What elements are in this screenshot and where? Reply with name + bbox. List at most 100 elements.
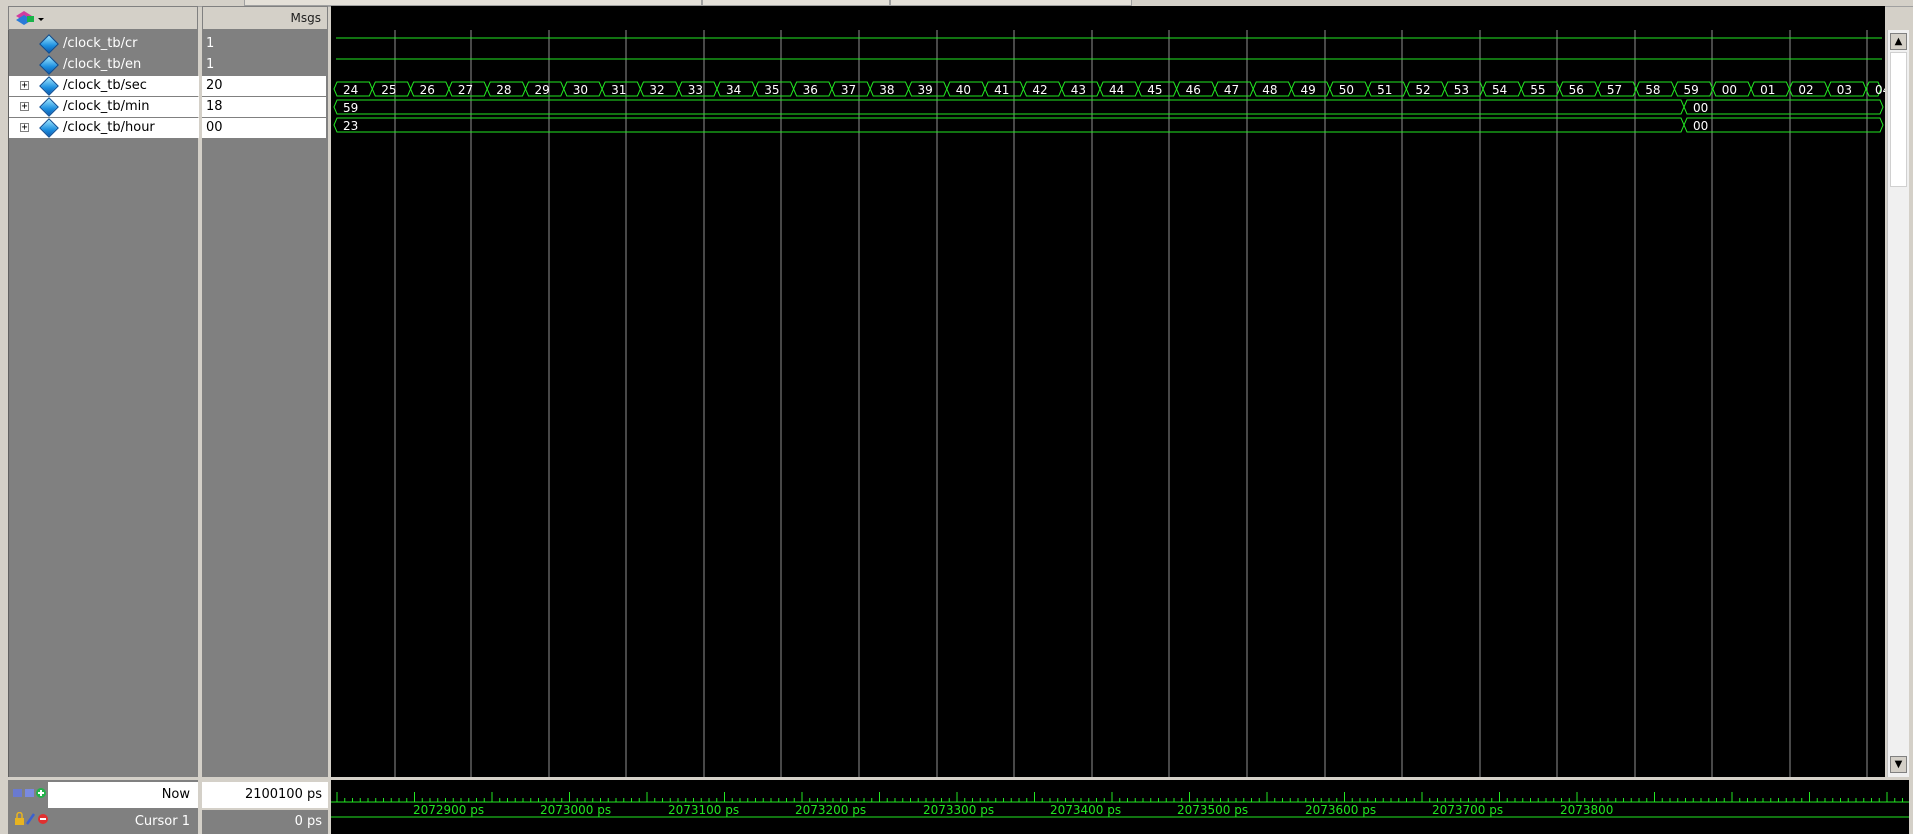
bus-value-label: 50 <box>1339 83 1354 97</box>
bus-value-label: 26 <box>420 83 435 97</box>
bus-value-label: 51 <box>1377 83 1392 97</box>
signal-value: 18 <box>206 99 223 114</box>
ruler-label: 2073500 ps <box>1177 803 1248 817</box>
bus-value-label: 00 <box>1693 119 1708 133</box>
bus-value-label: 40 <box>956 83 971 97</box>
lock-cursor-icon[interactable] <box>14 811 50 826</box>
cursor-value: 0 ps <box>294 814 322 829</box>
bus-value-label: 43 <box>1071 83 1086 97</box>
bus-value-label: 47 <box>1224 83 1239 97</box>
ruler-label: 2073300 ps <box>923 803 994 817</box>
values-header-label: Msgs <box>290 11 321 25</box>
signal-value: 20 <box>206 78 223 93</box>
bus-value-label: 34 <box>726 83 741 97</box>
wave-sec: 24 25 26 27 28 29 30 31 32 33 34 35 36 37 38 39 40 41 42 43… <box>333 81 1885 97</box>
bus-value-label: 36 <box>803 83 818 97</box>
bus-value-label: 57 <box>1607 83 1622 97</box>
cursor-label: Cursor 1 <box>134 814 190 829</box>
bus-value-label: 41 <box>994 83 1009 97</box>
signal-value-min: 18 <box>202 97 326 117</box>
wave-tool-icon[interactable] <box>15 10 45 27</box>
signal-row-en[interactable]: /clock_tb/en <box>9 55 199 75</box>
now-value-cell: 2100100 ps <box>202 782 328 808</box>
signal-value-cr: 1 <box>202 34 326 54</box>
ruler-label: 2072900 ps <box>413 803 484 817</box>
signal-name: /clock_tb/hour <box>63 120 155 135</box>
bus-value-label: 29 <box>535 83 550 97</box>
bus-value-label: 53 <box>1454 83 1469 97</box>
bus-value-label: 24 <box>343 83 358 97</box>
bus-value-label: 03 <box>1837 83 1852 97</box>
timeline-ruler[interactable]: 2072900 ps 2073000 ps 2073100 ps 2073200 ps… <box>331 780 1909 834</box>
signal-value-hour: 00 <box>202 118 326 138</box>
ruler-label: 2073100 ps <box>668 803 739 817</box>
bus-value-label: 25 <box>381 83 396 97</box>
bus-value-label: 54 <box>1492 83 1507 97</box>
ruler-label: 2073600 ps <box>1305 803 1376 817</box>
bus-value-label: 56 <box>1569 83 1584 97</box>
bus-segment <box>1683 99 1884 115</box>
signal-diamond-icon <box>39 97 59 117</box>
ruler-label: 2073800 <box>1560 803 1613 817</box>
signal-names-pane: /clock_tb/cr /clock_tb/en + /clock_tb/se… <box>8 30 199 777</box>
signal-value-en: 1 <box>202 55 326 75</box>
scroll-thumb[interactable] <box>1890 52 1907 187</box>
bus-value-label: 35 <box>764 83 779 97</box>
bus-value-label: 52 <box>1415 83 1430 97</box>
bus-value-label: 48 <box>1262 83 1277 97</box>
add-cursor-icon[interactable] <box>12 786 48 800</box>
bus-value-label: 49 <box>1301 83 1316 97</box>
bus-segment <box>1683 117 1884 133</box>
bus-value-label: 02 <box>1798 83 1813 97</box>
vertical-scrollbar[interactable]: ▲ ▼ <box>1887 30 1909 777</box>
cursor-label-cell[interactable]: Cursor 1 <box>48 810 198 834</box>
bus-value-label: 59 <box>1684 83 1699 97</box>
signal-name: /clock_tb/sec <box>63 78 147 93</box>
ruler-label: 2073400 ps <box>1050 803 1121 817</box>
footer-toolbar-top <box>12 786 48 800</box>
bus-value-label: 37 <box>841 83 856 97</box>
signal-row-hour[interactable]: + /clock_tb/hour <box>9 118 199 138</box>
scroll-down-icon[interactable]: ▼ <box>1890 756 1907 773</box>
bus-value-label: 39 <box>918 83 933 97</box>
signal-diamond-icon <box>39 76 59 96</box>
expand-icon[interactable]: + <box>20 102 29 112</box>
bus-value-label: 44 <box>1109 83 1124 97</box>
signal-name: /clock_tb/cr <box>63 36 138 51</box>
now-label-cell: Now <box>48 782 198 808</box>
bus-segment <box>333 99 1685 115</box>
bus-value-label: 00 <box>1693 101 1708 115</box>
expand-icon[interactable]: + <box>20 123 29 133</box>
signal-row-cr[interactable]: /clock_tb/cr <box>9 34 199 54</box>
signal-values-pane: 1 1 20 18 00 <box>202 30 328 777</box>
ruler-label: 2073700 ps <box>1432 803 1503 817</box>
bus-value-label: 00 <box>1722 83 1737 97</box>
now-label: Now <box>161 787 190 802</box>
bus-value-label: 42 <box>1032 83 1047 97</box>
footer-toolbar-bottom <box>14 811 50 826</box>
signal-diamond-icon <box>39 118 59 138</box>
signal-row-sec[interactable]: + /clock_tb/sec <box>9 76 199 96</box>
cursor-value-cell[interactable]: 0 ps <box>202 810 328 834</box>
bus-value-label: 30 <box>573 83 588 97</box>
bus-value-label: 27 <box>458 83 473 97</box>
bus-value-label: 45 <box>1147 83 1162 97</box>
bus-value-label: 04 <box>1875 83 1885 97</box>
scroll-up-icon[interactable]: ▲ <box>1890 33 1907 50</box>
waveform-pane[interactable]: 24 25 26 27 28 29 30 31 32 33 34 35 36 37 38 39 40 41 42 43… <box>331 30 1885 777</box>
bus-value-label: 55 <box>1530 83 1545 97</box>
signal-value: 00 <box>206 120 223 135</box>
signal-name: /clock_tb/min <box>63 99 150 114</box>
bus-value-label: 28 <box>496 83 511 97</box>
bus-value-label: 46 <box>1186 83 1201 97</box>
wave-header <box>331 6 1885 30</box>
signal-diamond-icon <box>39 55 59 75</box>
signal-diamond-icon <box>39 34 59 54</box>
expand-icon[interactable]: + <box>20 81 29 91</box>
now-value: 2100100 ps <box>244 787 322 802</box>
signal-row-min[interactable]: + /clock_tb/min <box>9 97 199 117</box>
values-header: Msgs <box>202 6 328 30</box>
bus-value-label: 23 <box>343 119 358 133</box>
ruler-label: 2073000 ps <box>540 803 611 817</box>
bus-value-label: 38 <box>879 83 894 97</box>
